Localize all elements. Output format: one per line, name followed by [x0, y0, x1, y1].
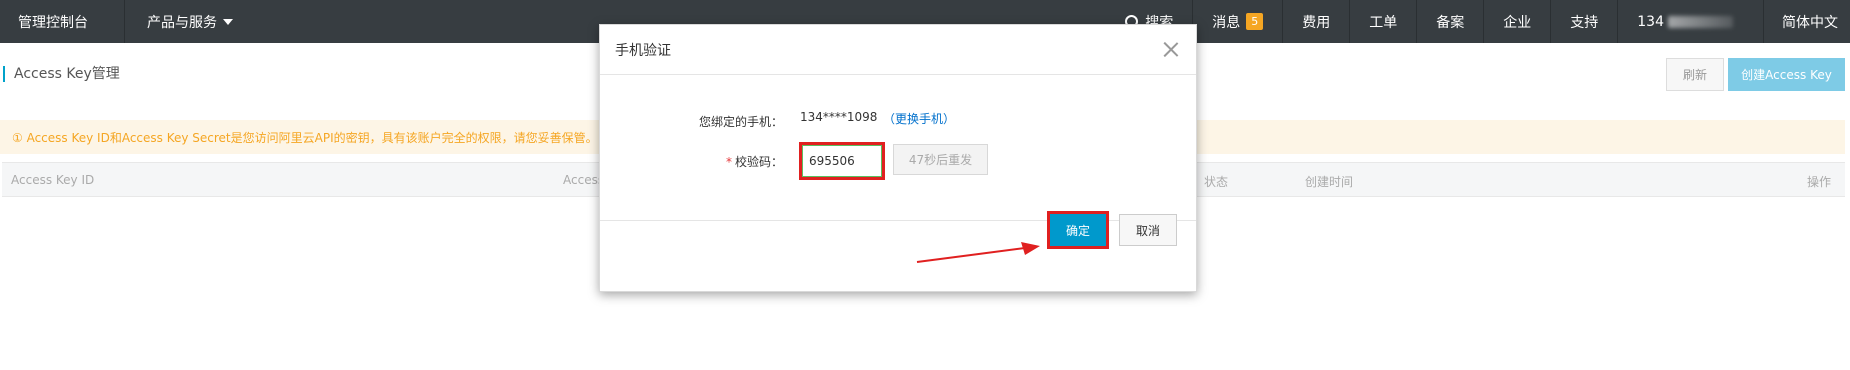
annotation-arrow-icon: [916, 242, 1040, 263]
column-status: 状态: [1204, 175, 1229, 189]
account-name: 134: [1637, 13, 1664, 30]
products-services-menu[interactable]: 产品与服务: [125, 0, 233, 43]
messages-count-badge: 5: [1246, 13, 1264, 30]
change-phone-link[interactable]: 更换手机: [895, 112, 943, 126]
page-title: Access Key管理: [3, 66, 120, 82]
dialog-content-layer: 134****1098 （更换手机） 47秒后重发 确定 取消: [599, 24, 1197, 292]
change-phone-link-wrapper: （更换手机）: [883, 110, 955, 127]
phone-number-value: 134****1098: [800, 110, 878, 124]
paren-close: ）: [943, 112, 956, 126]
confirm-button[interactable]: 确定: [1050, 214, 1106, 246]
verification-code-input[interactable]: [802, 145, 882, 177]
refresh-button[interactable]: 刷新: [1666, 58, 1724, 91]
support-link[interactable]: 支持: [1550, 0, 1617, 43]
chevron-down-icon: [223, 18, 233, 25]
column-access-key-id: Access Key ID: [11, 173, 95, 187]
fees-link[interactable]: 费用: [1282, 0, 1349, 43]
topbar-right-nav: 搜索 消息 5 费用 工单 备案 企业 支持 134 简体中文: [1106, 0, 1850, 43]
filing-link[interactable]: 备案: [1416, 0, 1483, 43]
column-access-key-secret: Access: [563, 173, 605, 187]
messages-button[interactable]: 消息 5: [1192, 0, 1282, 43]
enterprise-link[interactable]: 企业: [1483, 0, 1550, 43]
language-switch[interactable]: 简体中文: [1763, 0, 1850, 43]
products-label: 产品与服务: [147, 14, 217, 31]
messages-label: 消息: [1212, 14, 1241, 31]
cancel-button[interactable]: 取消: [1119, 214, 1177, 246]
console-home-link[interactable]: 管理控制台: [0, 0, 125, 43]
resend-code-button[interactable]: 47秒后重发: [893, 144, 988, 175]
column-actions: 操作: [1806, 175, 1831, 189]
column-created-time: 创建时间: [1305, 175, 1354, 189]
create-access-key-button[interactable]: 创建Access Key: [1728, 58, 1845, 91]
account-name-redacted: [1668, 15, 1733, 28]
paren-open: （: [883, 112, 896, 126]
account-menu[interactable]: 134: [1617, 0, 1763, 43]
tickets-link[interactable]: 工单: [1349, 0, 1416, 43]
